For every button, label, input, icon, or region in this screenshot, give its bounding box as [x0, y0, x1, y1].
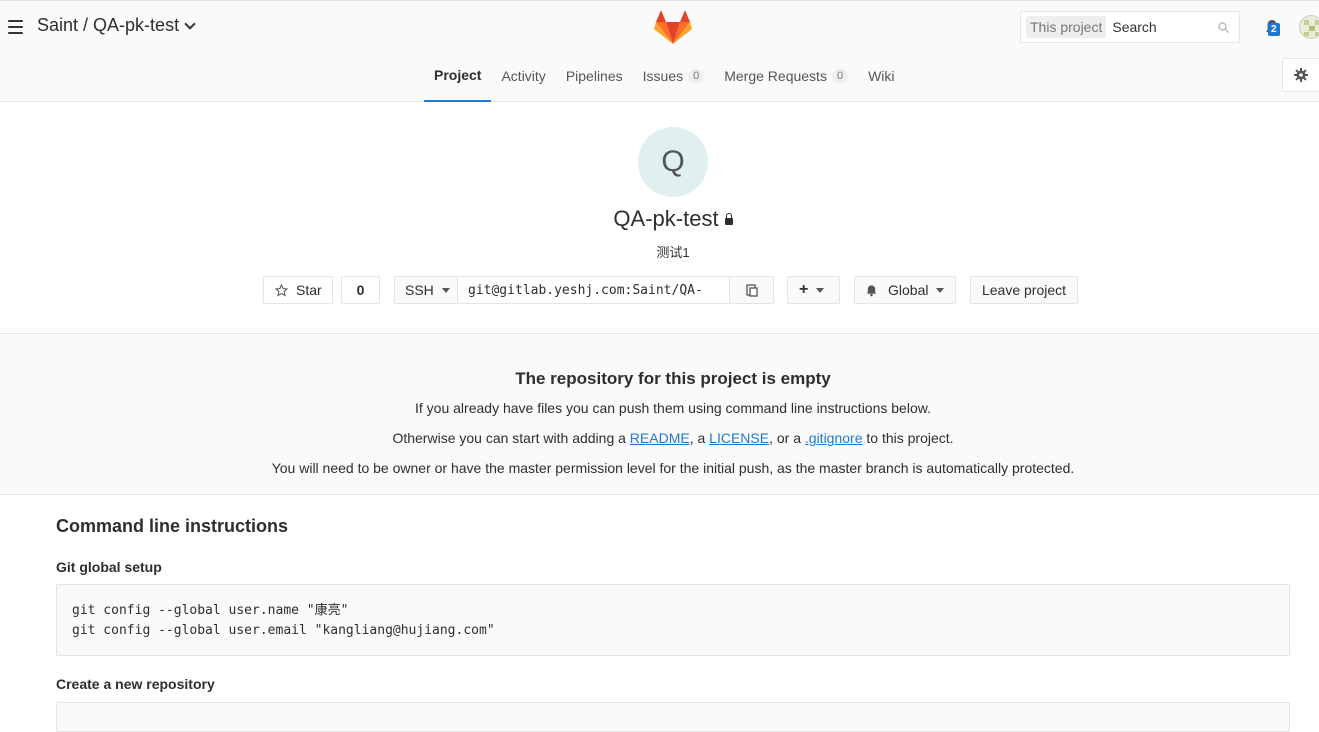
gitlab-logo-icon[interactable]: [654, 9, 692, 44]
notification-count-badge[interactable]: 2: [1268, 23, 1280, 36]
tab-activity[interactable]: Activity: [491, 50, 555, 102]
search-box[interactable]: This project Search: [1020, 11, 1240, 43]
caret-down-icon: [816, 287, 825, 293]
code-line: git config --global user.name "康亮": [72, 603, 349, 618]
git-global-setup-code[interactable]: git config --global user.name "康亮" git c…: [56, 584, 1290, 656]
gitignore-link[interactable]: .gitignore: [805, 430, 863, 446]
settings-button[interactable]: [1282, 58, 1319, 92]
notification-level: Global: [888, 282, 929, 298]
namespace-link[interactable]: Saint: [37, 15, 78, 36]
copy-url-button[interactable]: [729, 276, 774, 304]
chevron-down-icon[interactable]: [184, 17, 196, 30]
protocol-dropdown[interactable]: SSH: [394, 276, 458, 304]
caret-down-icon: [441, 287, 450, 293]
merge-requests-count-badge: 0: [831, 68, 849, 84]
leave-project-label: Leave project: [981, 282, 1067, 298]
notification-dropdown[interactable]: Global: [854, 276, 956, 304]
breadcrumb: Saint / QA-pk-test: [37, 15, 196, 36]
new-item-dropdown[interactable]: +: [787, 276, 840, 304]
empty-repo-line2: Otherwise you can start with adding a RE…: [0, 430, 1319, 446]
line2-suffix: to this project.: [862, 430, 954, 446]
code-line: git config --global user.email "kanglian…: [72, 623, 495, 638]
tab-wiki[interactable]: Wiki: [858, 50, 904, 102]
star-count-value: 0: [356, 282, 365, 298]
star-button[interactable]: Star: [263, 276, 333, 304]
project-nav: Project Activity Pipelines Issues 0 Merge…: [0, 50, 1319, 102]
project-avatar: Q: [638, 127, 708, 197]
star-count[interactable]: 0: [341, 276, 380, 304]
tab-merge-requests[interactable]: Merge Requests 0: [714, 50, 858, 102]
search-input[interactable]: Search: [1112, 19, 1156, 35]
empty-repo-line1: If you already have files you can push t…: [415, 400, 931, 416]
protocol-label: SSH: [405, 282, 434, 298]
line2-sep1: , a: [689, 430, 710, 446]
tab-pipelines[interactable]: Pipelines: [556, 50, 633, 102]
clone-url-input[interactable]: git@gitlab.yeshj.com:Saint/QA-: [457, 276, 730, 304]
empty-repo-notice: The repository for this project is empty…: [0, 333, 1319, 495]
caret-down-icon: [936, 287, 945, 293]
menu-icon[interactable]: [8, 20, 23, 34]
lock-icon: [724, 213, 733, 225]
license-link[interactable]: LICENSE: [709, 430, 769, 446]
new-repo-code[interactable]: [56, 702, 1290, 732]
empty-repo-line3: You will need to be owner or have the ma…: [271, 460, 1075, 476]
clipboard-icon: [745, 284, 758, 297]
top-bar: Saint / QA-pk-test This project Search 2: [0, 0, 1319, 50]
star-label: Star: [296, 282, 322, 298]
project-link[interactable]: QA-pk-test: [93, 15, 179, 36]
leave-project-button[interactable]: Leave project: [970, 276, 1078, 304]
avatar[interactable]: [1299, 15, 1319, 39]
project-description: 测试1: [656, 245, 690, 260]
tab-project[interactable]: Project: [424, 50, 492, 102]
line2-prefix: Otherwise you can start with adding a: [392, 430, 630, 446]
cli-title: Command line instructions: [56, 516, 289, 536]
gear-icon: [1294, 68, 1308, 82]
line2-sep2: , or a: [769, 430, 805, 446]
bell-icon: [866, 284, 877, 296]
project-title-text: QA-pk-test: [613, 206, 719, 231]
empty-repo-title: The repository for this project is empty: [515, 369, 831, 388]
clone-url: git@gitlab.yeshj.com:Saint/QA-: [468, 282, 703, 298]
breadcrumb-separator: /: [83, 15, 89, 35]
star-icon: [275, 283, 288, 297]
search-icon: [1218, 22, 1229, 33]
git-global-setup-heading: Git global setup: [56, 559, 162, 575]
tab-issues[interactable]: Issues 0: [633, 50, 715, 102]
avatar-pattern-icon: [1304, 20, 1319, 36]
readme-link[interactable]: README: [630, 430, 690, 446]
plus-icon: +: [799, 281, 809, 298]
project-title: QA-pk-test: [0, 206, 1319, 232]
issues-count-badge: 0: [688, 68, 705, 84]
search-scope[interactable]: This project: [1026, 16, 1107, 38]
new-repo-heading: Create a new repository: [56, 676, 215, 692]
